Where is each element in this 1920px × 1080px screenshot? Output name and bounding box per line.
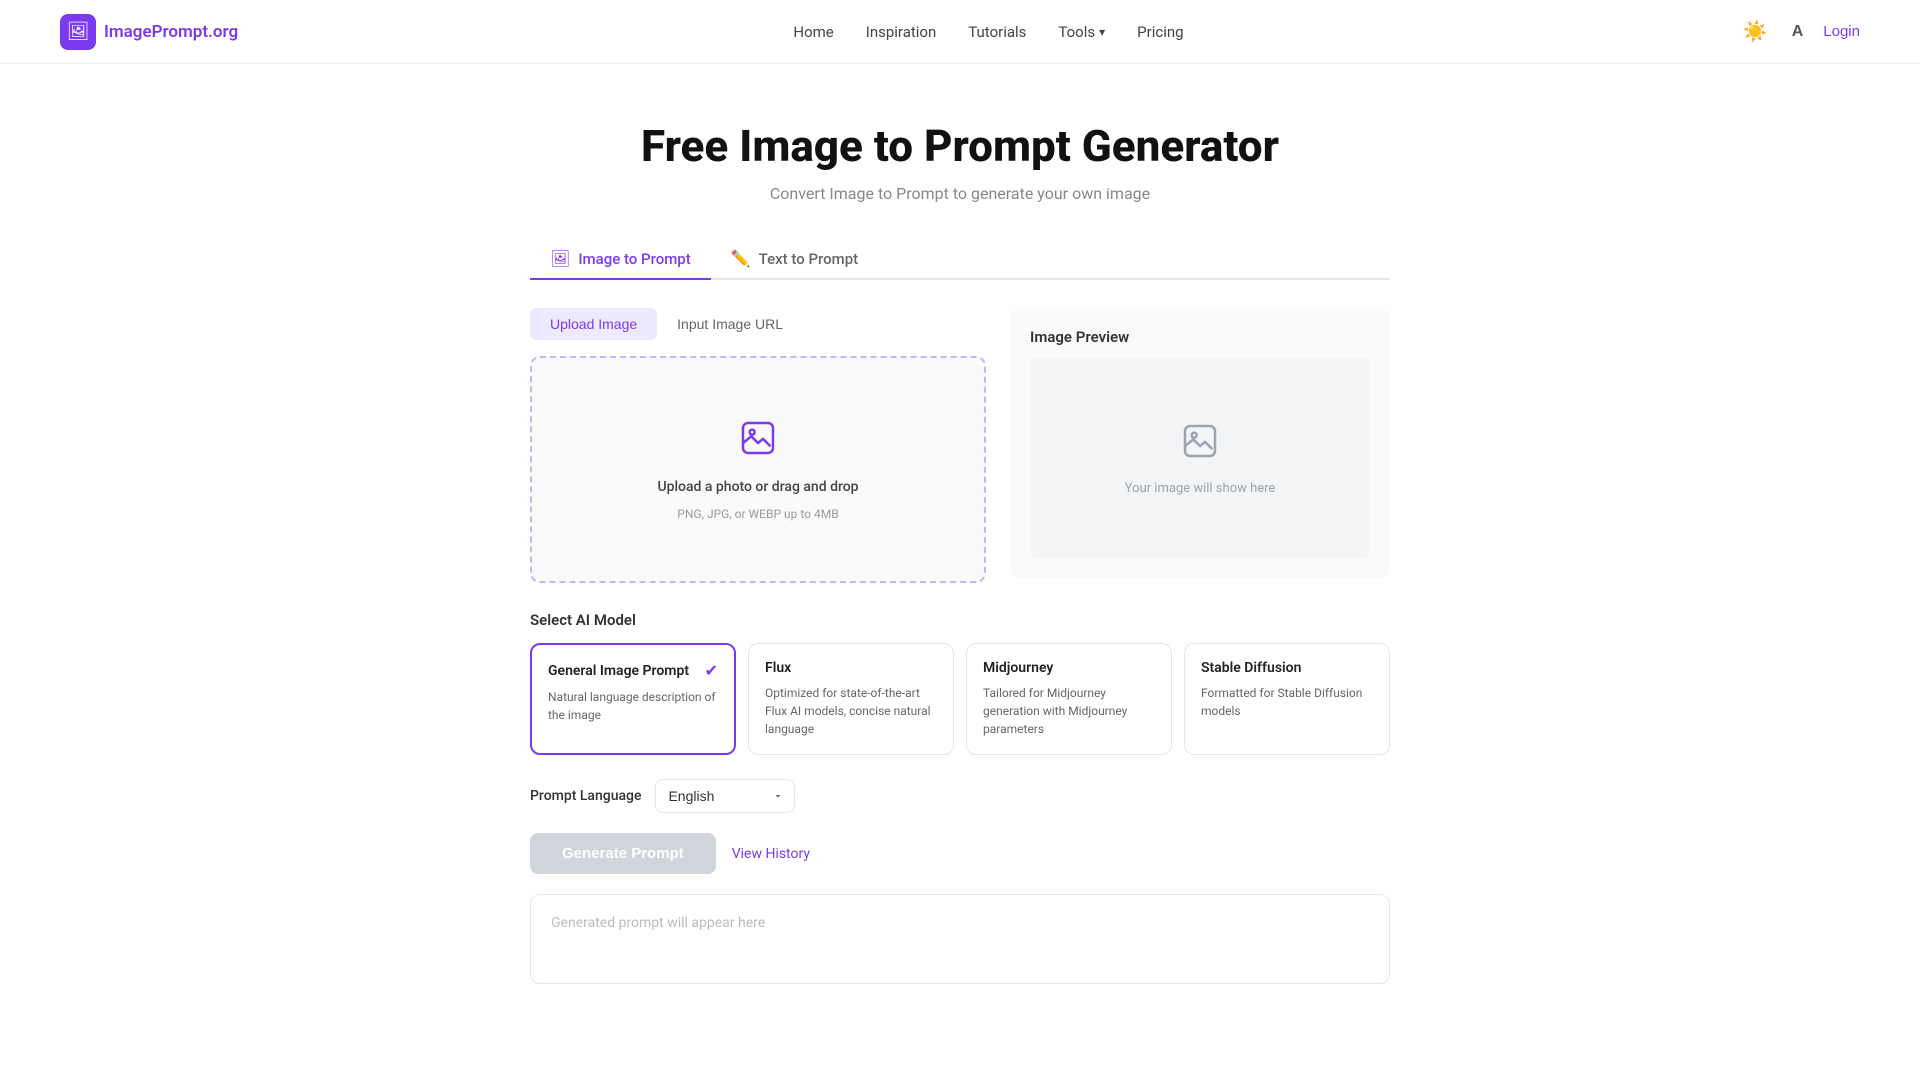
navbar-right: ☀️ A Login	[1739, 15, 1860, 48]
prompt-language-label: Prompt Language	[530, 788, 641, 804]
hero-section: Free Image to Prompt Generator Convert I…	[0, 64, 1920, 239]
language-select[interactable]: English Spanish French German Chinese Ja…	[655, 779, 795, 813]
model-name-general: General Image Prompt	[548, 663, 689, 679]
content-grid: Upload Image Input Image URL Upload a ph…	[530, 308, 1390, 583]
view-history-link[interactable]: View History	[732, 846, 810, 862]
model-desc-stable-diffusion: Formatted for Stable Diffusion models	[1201, 684, 1373, 720]
logo[interactable]: 🖼 ImagePrompt.org	[60, 14, 238, 50]
model-card-midjourney[interactable]: Midjourney Tailored for Midjourney gener…	[966, 643, 1172, 755]
model-card-midjourney-header: Midjourney	[983, 660, 1155, 676]
left-panel: Upload Image Input Image URL Upload a ph…	[530, 308, 986, 583]
logo-icon: 🖼	[60, 14, 96, 50]
output-placeholder: Generated prompt will appear here	[551, 915, 765, 931]
model-card-stable-diffusion-header: Stable Diffusion	[1201, 660, 1373, 676]
nav-pricing[interactable]: Pricing	[1137, 23, 1183, 41]
theme-toggle-button[interactable]: ☀️	[1739, 15, 1772, 48]
model-name-flux: Flux	[765, 660, 791, 676]
tab-image-to-prompt-label: Image to Prompt	[578, 250, 690, 268]
login-button[interactable]: Login	[1823, 23, 1860, 40]
text-to-prompt-icon: ✏️	[731, 249, 751, 268]
model-name-midjourney: Midjourney	[983, 660, 1053, 676]
nav-tools[interactable]: Tools ▾	[1058, 23, 1105, 41]
prompt-language-row: Prompt Language English Spanish French G…	[530, 779, 1390, 813]
model-desc-general: Natural language description of the imag…	[548, 688, 718, 724]
upload-dropzone[interactable]: Upload a photo or drag and drop PNG, JPG…	[530, 356, 986, 583]
model-card-flux[interactable]: Flux Optimized for state-of-the-art Flux…	[748, 643, 954, 755]
output-area: Generated prompt will appear here	[530, 894, 1390, 984]
model-card-general-header: General Image Prompt ✔	[548, 661, 718, 680]
preview-placeholder-icon	[1180, 421, 1220, 469]
model-desc-midjourney: Tailored for Midjourney generation with …	[983, 684, 1155, 738]
main-container: 🖼 Image to Prompt ✏️ Text to Prompt Uplo…	[510, 239, 1410, 1044]
main-tabs: 🖼 Image to Prompt ✏️ Text to Prompt	[530, 239, 1390, 280]
tab-text-to-prompt[interactable]: ✏️ Text to Prompt	[711, 239, 878, 280]
upload-main-text: Upload a photo or drag and drop	[657, 479, 858, 495]
nav-home[interactable]: Home	[793, 23, 833, 41]
preview-placeholder-text: Your image will show here	[1125, 481, 1276, 496]
nav-tutorials[interactable]: Tutorials	[968, 23, 1026, 41]
model-desc-flux: Optimized for state-of-the-art Flux AI m…	[765, 684, 937, 738]
model-name-stable-diffusion: Stable Diffusion	[1201, 660, 1301, 676]
logo-text: ImagePrompt.org	[104, 22, 238, 42]
model-card-stable-diffusion[interactable]: Stable Diffusion Formatted for Stable Di…	[1184, 643, 1390, 755]
preview-panel: Image Preview Your image will show here	[1010, 308, 1390, 578]
model-card-flux-header: Flux	[765, 660, 937, 676]
upload-image-tab[interactable]: Upload Image	[530, 308, 657, 340]
hero-subtitle: Convert Image to Prompt to generate your…	[20, 184, 1900, 203]
language-button[interactable]: A	[1788, 19, 1808, 45]
generate-row: Generate Prompt View History	[530, 833, 1390, 874]
upload-icon	[738, 418, 778, 467]
preview-title: Image Preview	[1030, 328, 1370, 346]
navbar: 🖼 ImagePrompt.org Home Inspiration Tutor…	[0, 0, 1920, 64]
upload-sub-text: PNG, JPG, or WEBP up to 4MB	[677, 507, 838, 521]
input-url-tab[interactable]: Input Image URL	[657, 308, 803, 340]
model-check-icon-general: ✔	[705, 661, 718, 680]
upload-tabs: Upload Image Input Image URL	[530, 308, 986, 340]
preview-area: Your image will show here	[1030, 358, 1370, 558]
model-card-general[interactable]: General Image Prompt ✔ Natural language …	[530, 643, 736, 755]
ai-model-section: Select AI Model General Image Prompt ✔ N…	[530, 611, 1390, 755]
tab-text-to-prompt-label: Text to Prompt	[759, 250, 859, 268]
image-to-prompt-icon: 🖼	[550, 249, 570, 268]
hero-title: Free Image to Prompt Generator	[20, 120, 1900, 172]
model-grid: General Image Prompt ✔ Natural language …	[530, 643, 1390, 755]
tools-chevron-icon: ▾	[1099, 25, 1105, 39]
generate-button[interactable]: Generate Prompt	[530, 833, 716, 874]
tab-image-to-prompt[interactable]: 🖼 Image to Prompt	[530, 239, 711, 280]
nav-inspiration[interactable]: Inspiration	[866, 23, 937, 41]
ai-model-title: Select AI Model	[530, 611, 1390, 629]
nav-links: Home Inspiration Tutorials Tools ▾ Prici…	[793, 23, 1183, 41]
